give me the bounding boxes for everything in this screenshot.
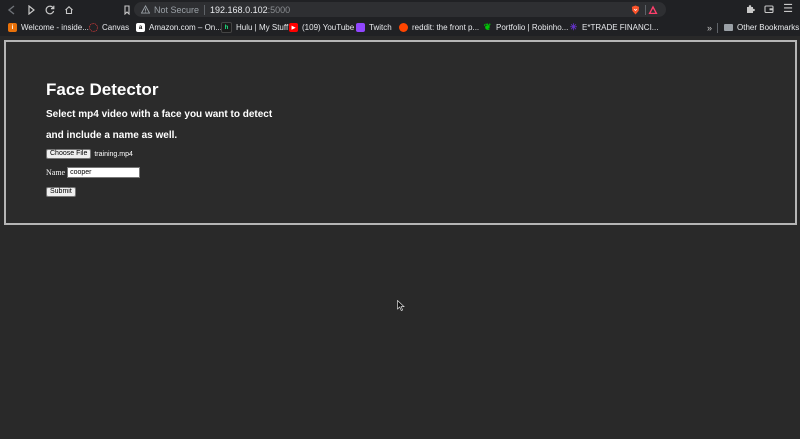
reddit-icon xyxy=(399,23,408,32)
instructions-line-2: and include a name as well. xyxy=(46,130,178,141)
form-panel: Face Detector Select mp4 video with a fa… xyxy=(4,40,797,225)
canvas-icon xyxy=(89,23,98,32)
bookmark-label: E*TRADE FINANCI... xyxy=(582,23,659,32)
brave-rewards-icon[interactable] xyxy=(648,5,658,15)
bookmark-label: reddit: the front p... xyxy=(412,23,480,32)
name-input[interactable] xyxy=(67,167,141,178)
instructions-line-1: Select mp4 video with a face you want to… xyxy=(46,109,273,120)
bookmark-icon[interactable] xyxy=(120,3,134,17)
inside-icon: i xyxy=(8,23,17,32)
bookmark-label: Hulu | My Stuff xyxy=(236,23,289,32)
bookmark-label: Welcome - inside... xyxy=(21,23,89,32)
selected-file-name: training.mp4 xyxy=(94,150,133,158)
bookmarks-bar: i Welcome - inside... Canvas a Amazon.co… xyxy=(0,19,800,36)
bookmark-label: Twitch xyxy=(369,23,392,32)
extensions-icon[interactable] xyxy=(745,4,755,14)
amazon-icon: a xyxy=(136,23,145,32)
youtube-icon: ▶ xyxy=(289,23,298,32)
bookmark-item[interactable]: ✳ E*TRADE FINANCI... xyxy=(569,19,659,36)
bookmark-item[interactable]: a Amazon.com – On... xyxy=(136,19,222,36)
bookmark-label: Amazon.com – On... xyxy=(149,23,222,32)
warning-icon xyxy=(141,5,150,14)
back-icon[interactable] xyxy=(5,3,19,17)
address-bar[interactable]: Not Secure 192.168.0.102 :5000 xyxy=(134,2,666,17)
name-label: Name xyxy=(46,168,66,177)
wallet-icon[interactable] xyxy=(764,4,774,14)
twitch-icon xyxy=(356,23,365,32)
page-content: Face Detector Select mp4 video with a fa… xyxy=(0,36,800,439)
brave-shield-icon[interactable] xyxy=(631,5,640,15)
etrade-icon: ✳ xyxy=(569,22,578,32)
url-host: 192.168.0.102 xyxy=(210,4,268,15)
bookmark-label: (109) YouTube xyxy=(302,23,355,32)
bookmark-item[interactable]: ▶ (109) YouTube xyxy=(289,19,354,36)
hulu-icon: h xyxy=(221,22,232,33)
name-field-row: Name xyxy=(46,167,141,178)
home-icon[interactable] xyxy=(62,3,76,17)
other-bookmarks-label: Other Bookmarks xyxy=(737,23,800,32)
menu-icon[interactable]: ☰ xyxy=(783,3,793,15)
omnibox-divider xyxy=(645,5,646,15)
bookmark-item[interactable]: ❦ Portfolio | Robinho... xyxy=(483,19,569,36)
bookmarks-divider xyxy=(717,23,718,33)
other-bookmarks-folder[interactable]: Other Bookmarks xyxy=(724,19,799,36)
folder-icon xyxy=(724,24,733,31)
mouse-cursor-icon xyxy=(397,300,405,311)
forward-icon[interactable] xyxy=(24,3,38,17)
bookmark-label: Canvas xyxy=(102,23,130,32)
file-input: Choose File training.mp4 xyxy=(46,149,133,159)
bookmark-item[interactable]: Canvas xyxy=(89,19,129,36)
bookmark-item[interactable]: i Welcome - inside... xyxy=(8,19,89,36)
bookmark-label: Portfolio | Robinho... xyxy=(496,23,569,32)
reload-icon[interactable] xyxy=(43,3,57,17)
page-title: Face Detector xyxy=(46,80,159,99)
bookmark-item[interactable]: Twitch xyxy=(356,19,392,36)
submit-button[interactable]: Submit xyxy=(46,187,76,197)
bookmark-item[interactable]: h Hulu | My Stuff xyxy=(221,19,288,36)
bookmarks-overflow-button[interactable]: » xyxy=(707,19,712,36)
choose-file-button[interactable]: Choose File xyxy=(46,149,92,159)
robinhood-icon: ❦ xyxy=(483,22,492,32)
url-port: :5000 xyxy=(267,4,291,15)
url-separator xyxy=(204,4,206,15)
security-label: Not Secure xyxy=(154,4,200,15)
bookmark-item[interactable]: reddit: the front p... xyxy=(399,19,479,36)
browser-toolbar: Not Secure 192.168.0.102 :5000 ☰ xyxy=(0,0,800,19)
